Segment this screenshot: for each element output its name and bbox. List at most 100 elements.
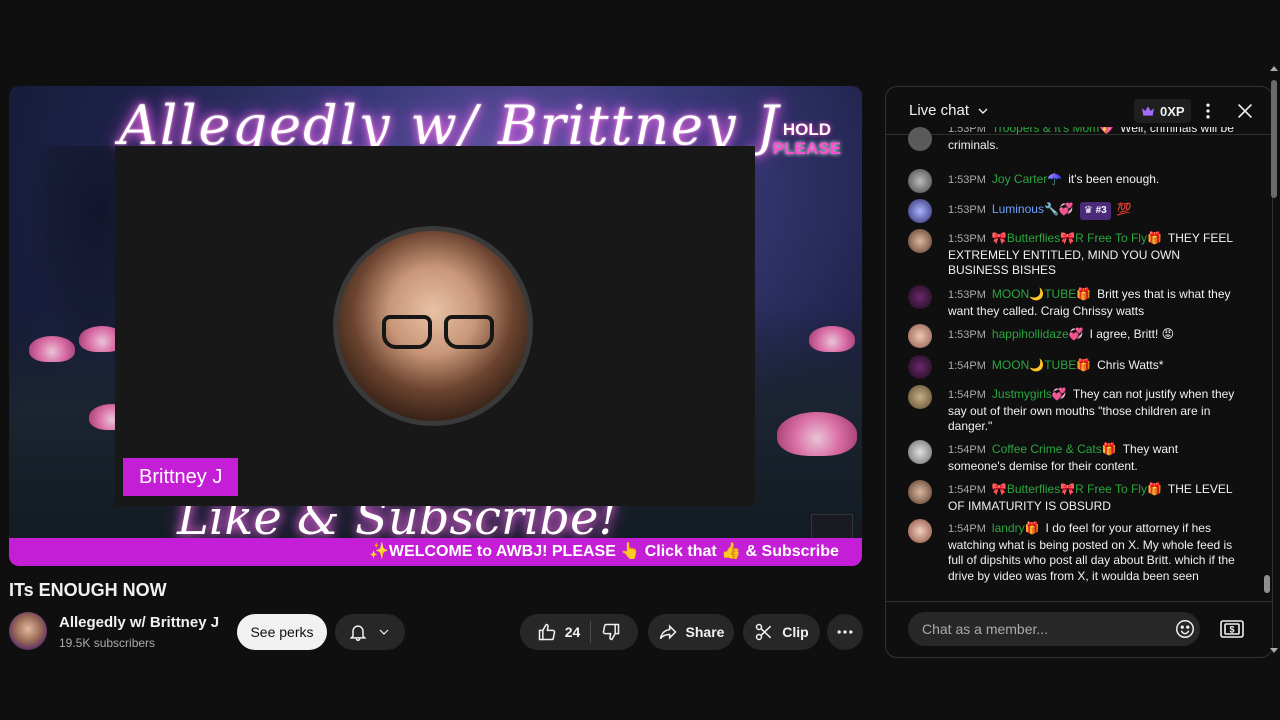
- crown-icon: [1142, 106, 1154, 116]
- member-badge-rank: #3: [1095, 205, 1107, 216]
- like-divider: [590, 621, 592, 643]
- message-author[interactable]: MOON🌙TUBE🎁: [992, 358, 1091, 372]
- scroll-up-arrow[interactable]: [1270, 66, 1278, 71]
- message-time: 1:54PM: [948, 484, 986, 496]
- chat-avatar[interactable]: [908, 385, 932, 409]
- like-count: 24: [564, 624, 581, 640]
- chat-messages[interactable]: 1:53PM Troopers & It's Mom💖 Well, criminal…: [886, 127, 1260, 603]
- message-author[interactable]: Coffee Crime & Cats🎁: [992, 442, 1117, 456]
- smiley-icon: [1176, 620, 1194, 638]
- message-author[interactable]: Luminous🔧💞: [992, 202, 1074, 216]
- message-author[interactable]: happihollidaze💞: [992, 327, 1084, 341]
- message-text: They can not justify when they say out o…: [948, 387, 1235, 433]
- video-player[interactable]: Allegedly w/ Brittney J HOLD PLEASE Like…: [9, 86, 862, 566]
- please-text: PLEASE: [772, 139, 842, 158]
- emoji-button[interactable]: [1174, 618, 1196, 640]
- streamer-name-tag: Brittney J: [123, 458, 239, 496]
- message-time: 1:54PM: [948, 389, 986, 401]
- scroll-down-arrow[interactable]: [1270, 648, 1278, 653]
- bell-icon: [349, 625, 367, 642]
- channel-avatar[interactable]: [9, 612, 47, 650]
- share-button[interactable]: Share: [648, 614, 734, 650]
- like-button[interactable]: 24: [537, 622, 581, 642]
- chat-message: 1:54PM 🎀Butterflies🎀R Free To Fly🎁 THE LEV…: [908, 480, 1238, 514]
- see-perks-label: See perks: [250, 624, 314, 640]
- chat-message: 1:53PM Joy Carter☂️ it's been enough.: [908, 169, 1238, 193]
- share-arrow-icon: [659, 624, 677, 640]
- message-time: 1:53PM: [948, 127, 986, 135]
- clip-label: Clip: [782, 624, 809, 640]
- more-horizontal-icon: [837, 630, 853, 634]
- see-perks-button[interactable]: See perks: [237, 614, 327, 650]
- page-scroll-thumb[interactable]: [1271, 80, 1277, 198]
- lotus-decoration: [809, 326, 855, 352]
- message-text: 💯: [1116, 202, 1132, 216]
- dollar-bill-icon: $: [1220, 620, 1244, 638]
- thumbs-down-icon: [603, 623, 620, 641]
- message-author[interactable]: 🎀Butterflies🎀R Free To Fly🎁: [992, 231, 1162, 245]
- message-author[interactable]: MOON🌙TUBE🎁: [992, 287, 1091, 301]
- chat-avatar[interactable]: [908, 229, 932, 253]
- chat-avatar[interactable]: [908, 169, 932, 193]
- chat-message: 1:53PM Troopers & It's Mom💖 Well, criminal…: [908, 127, 1238, 153]
- message-text: Chris Watts*: [1097, 358, 1164, 372]
- chat-avatar[interactable]: [908, 127, 932, 151]
- hold-please-sign: HOLD PLEASE: [761, 120, 853, 158]
- dislike-button[interactable]: [601, 622, 621, 642]
- live-chat-panel: Live chat 0XP 1:53PM Troopers & It's Mom💖…: [885, 86, 1273, 658]
- page-scrollbar[interactable]: [1270, 60, 1278, 660]
- chat-avatar[interactable]: [908, 285, 932, 309]
- message-time: 1:54PM: [948, 523, 986, 535]
- chat-avatar[interactable]: [908, 519, 932, 543]
- chat-avatar[interactable]: [908, 440, 932, 464]
- member-badge: ♛ #3: [1079, 202, 1111, 220]
- message-time: 1:53PM: [948, 329, 986, 341]
- message-time: 1:53PM: [948, 174, 986, 186]
- chat-message: 1:53PM MOON🌙TUBE🎁 Britt yes that is what t…: [908, 285, 1238, 319]
- super-chat-button[interactable]: $: [1219, 618, 1245, 640]
- lotus-decoration: [29, 336, 75, 362]
- chat-message: 1:54PM Coffee Crime & Cats🎁 They want some…: [908, 440, 1238, 474]
- video-title: ITs ENOUGH NOW: [9, 580, 167, 600]
- close-icon: [1237, 103, 1253, 119]
- clip-button[interactable]: Clip: [743, 614, 820, 650]
- chat-mode-dropdown[interactable]: Live chat: [909, 102, 991, 119]
- chat-menu-button[interactable]: [1196, 99, 1220, 123]
- channel-name[interactable]: Allegedly w/ Brittney J: [59, 614, 219, 631]
- chat-message: 1:53PM Luminous🔧💞 ♛ #3 💯: [908, 199, 1238, 223]
- message-time: 1:53PM: [948, 289, 986, 301]
- chat-input[interactable]: [908, 612, 1200, 646]
- svg-text:$: $: [1229, 625, 1234, 635]
- xp-badge[interactable]: 0XP: [1134, 99, 1191, 123]
- message-text: I agree, Britt! 😡: [1089, 327, 1175, 341]
- notification-button[interactable]: [335, 614, 405, 650]
- message-author[interactable]: Troopers & It's Mom💖: [992, 127, 1114, 135]
- message-time: 1:54PM: [948, 444, 986, 456]
- chat-avatar[interactable]: [908, 199, 932, 223]
- chat-message: 1:53PM 🎀Butterflies🎀R Free To Fly🎁 THEY FE…: [908, 229, 1238, 279]
- message-author[interactable]: 🎀Butterflies🎀R Free To Fly🎁: [992, 482, 1162, 496]
- message-author[interactable]: Justmygirls💞: [992, 387, 1067, 401]
- message-time: 1:53PM: [948, 233, 986, 245]
- message-time: 1:54PM: [948, 360, 986, 372]
- share-label: Share: [685, 624, 725, 640]
- chat-input-area: $: [886, 601, 1272, 657]
- streamer-photo: [333, 226, 533, 426]
- chat-avatar[interactable]: [908, 324, 932, 348]
- close-chat-button[interactable]: [1233, 99, 1257, 123]
- chat-avatar[interactable]: [908, 355, 932, 379]
- chevron-down-icon: [379, 629, 389, 635]
- glasses-graphic: [382, 315, 494, 351]
- chat-message: 1:53PM happihollidaze💞 I agree, Britt! 😡: [908, 324, 1238, 348]
- welcome-ticker: ✨WELCOME to AWBJ! PLEASE 👆 Click that 👍 …: [9, 538, 862, 566]
- chat-avatar[interactable]: [908, 480, 932, 504]
- message-time: 1:53PM: [948, 204, 986, 216]
- xp-value: 0XP: [1160, 103, 1185, 119]
- like-dislike-group: 24: [520, 614, 638, 650]
- message-author[interactable]: Joy Carter☂️: [992, 172, 1062, 186]
- more-actions-button[interactable]: [827, 614, 863, 650]
- lotus-decoration: [777, 412, 857, 456]
- message-author[interactable]: landry🎁: [992, 521, 1040, 535]
- message-text: it's been enough.: [1068, 172, 1160, 186]
- chat-title: Live chat: [909, 102, 970, 119]
